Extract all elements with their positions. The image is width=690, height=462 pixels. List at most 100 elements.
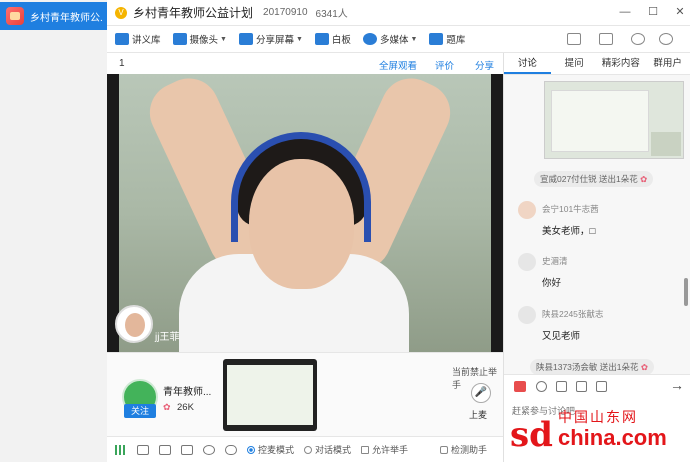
- chat-image-camera: [651, 132, 681, 156]
- share-screen-icon: [238, 33, 253, 45]
- upmic-label: 上麦: [469, 410, 488, 420]
- microphone-icon[interactable]: 🎤: [471, 383, 491, 403]
- verified-badge-icon: V: [115, 6, 127, 19]
- flower-icon: ✿: [640, 362, 648, 372]
- allow-hand-label: 允许举手: [372, 445, 409, 455]
- flower-count: 26K: [177, 402, 194, 413]
- avatar[interactable]: [518, 201, 536, 219]
- chat-image[interactable]: [544, 81, 684, 159]
- camera-label: 摄像头: [189, 35, 219, 46]
- tab-group-users[interactable]: 群用户: [644, 53, 690, 74]
- discussion-panel: 讨论 提问 精彩内容 群用户 宣威027付仕锐 送出1朵花 ✿ 会宁101牛志茜…: [503, 53, 690, 462]
- camera-owner-name: jj王菲: [155, 332, 180, 343]
- video-figure-headphone: [231, 132, 371, 242]
- record-icon[interactable]: [203, 444, 215, 455]
- tutor-name: 青年教师...: [163, 387, 212, 398]
- message-text: 又见老师: [542, 331, 581, 342]
- tab-discussion[interactable]: 讨论: [504, 53, 551, 74]
- info-bar: 关注 青年教师... ✿ 26K 当前禁止举手 🎤 上麦: [107, 352, 503, 436]
- course-item[interactable]: 乡村青年教师公...: [0, 2, 107, 30]
- question-bank-button[interactable]: 题库: [429, 32, 465, 46]
- follow-button[interactable]: 关注: [124, 404, 156, 418]
- toolbox-icon[interactable]: [567, 33, 581, 45]
- close-icon[interactable]: ✕: [673, 5, 687, 19]
- check-helper-button[interactable]: 检测助手: [440, 443, 487, 456]
- list-icon[interactable]: [181, 444, 193, 455]
- camera-icon: [172, 33, 187, 45]
- avatar[interactable]: [518, 253, 536, 271]
- teacher-video[interactable]: [119, 74, 491, 352]
- camera-owner-avatar: [115, 305, 153, 343]
- maximize-icon[interactable]: ☐: [646, 5, 660, 19]
- chevron-down-icon: ▼: [295, 35, 303, 43]
- chat-scrollbar[interactable]: [684, 278, 688, 306]
- media-icon: [362, 33, 377, 45]
- gift-notice-text: 陕县1373汤会敏 送出1朵花: [536, 362, 639, 372]
- whiteboard-button[interactable]: 白板: [314, 32, 351, 46]
- gear-icon[interactable]: [659, 33, 673, 45]
- speaker-icon[interactable]: [137, 444, 149, 455]
- question-bank-icon: [429, 33, 444, 45]
- page-index: 1: [119, 58, 125, 69]
- library-icon: [115, 33, 129, 45]
- chat-bubble-icon[interactable]: [596, 381, 607, 392]
- library-button[interactable]: 讲义库: [115, 32, 161, 46]
- message-author: 会宁101牛志茜: [542, 204, 599, 214]
- viewer-count: 6341人: [315, 9, 348, 20]
- room-title: 乡村青年教师公益计划: [133, 6, 254, 20]
- slide-preview-content: [227, 365, 313, 425]
- image-icon[interactable]: [576, 381, 587, 392]
- tab-highlights[interactable]: 精彩内容: [598, 53, 645, 74]
- share-link[interactable]: 分享: [475, 58, 494, 72]
- mode-mic-label: 控麦模式: [258, 445, 295, 455]
- allow-hand-checkbox[interactable]: 允许举手: [361, 443, 408, 456]
- control-bar: 控麦模式 对话模式 允许举手 检测助手: [107, 436, 503, 462]
- fullscreen-link[interactable]: 全屏观看: [379, 58, 417, 72]
- video-right-border: [491, 74, 503, 352]
- minimize-icon[interactable]: —: [618, 5, 632, 19]
- signal-icon: [115, 444, 127, 455]
- slide-preview[interactable]: [223, 359, 317, 431]
- scissors-icon[interactable]: [556, 381, 567, 392]
- document-icon[interactable]: [159, 444, 171, 455]
- message-author: 陕县2245张献志: [542, 309, 604, 319]
- mode-mic-radio[interactable]: 控麦模式: [247, 443, 294, 456]
- course-title: 乡村青年教师公...: [30, 12, 102, 24]
- toolbar: 讲义库 摄像头 ▼ 分享屏幕 ▼ 白板 多媒体 ▼ 题库: [107, 26, 690, 53]
- gift-icon[interactable]: [514, 381, 526, 392]
- whiteboard-icon: [314, 33, 329, 45]
- chevron-down-icon: ▼: [410, 35, 418, 43]
- rate-link[interactable]: 评价: [435, 58, 454, 72]
- media-button[interactable]: 多媒体 ▼: [362, 32, 418, 46]
- flower-icon: ✿: [640, 174, 648, 184]
- folder-icon[interactable]: [599, 33, 613, 45]
- whiteboard-label: 白板: [331, 35, 351, 46]
- share-screen-label: 分享屏幕: [255, 35, 294, 46]
- emoji-icon[interactable]: [536, 381, 547, 392]
- gift-notice-text: 宣威027付仕锐 送出1朵花: [540, 174, 638, 184]
- mode-talk-label: 对话模式: [315, 445, 352, 455]
- title-bar: V 乡村青年教师公益计划 20170910 6341人 — ☐ ✕: [107, 0, 690, 26]
- question-bank-label: 题库: [446, 35, 466, 46]
- course-logo-icon: [6, 7, 24, 25]
- brightness-icon[interactable]: [631, 33, 645, 45]
- check-helper-label: 检测助手: [451, 445, 488, 455]
- chat-input[interactable]: [504, 398, 690, 462]
- share-screen-button[interactable]: 分享屏幕 ▼: [238, 32, 303, 46]
- stage-header: 1 全屏观看 评价 分享: [107, 53, 503, 75]
- room-id: 20170910: [263, 7, 308, 18]
- toggle-icon[interactable]: [225, 444, 237, 455]
- input-toolbar: →: [504, 374, 690, 398]
- chat-image-slide: [551, 90, 649, 152]
- send-icon[interactable]: →: [670, 377, 684, 393]
- media-label: 多媒体: [379, 35, 409, 46]
- mode-talk-radio[interactable]: 对话模式: [304, 443, 351, 456]
- tab-questions[interactable]: 提问: [551, 53, 598, 74]
- message-text: 美女老师，□: [542, 226, 596, 237]
- avatar[interactable]: [518, 306, 536, 324]
- left-rail: 乡村青年教师公...: [0, 0, 107, 462]
- message-text: 你好: [542, 278, 562, 289]
- camera-button[interactable]: 摄像头 ▼: [172, 32, 227, 46]
- library-label: 讲义库: [132, 35, 161, 46]
- gift-notice: 陕县1373汤会敏 送出1朵花 ✿: [530, 359, 654, 375]
